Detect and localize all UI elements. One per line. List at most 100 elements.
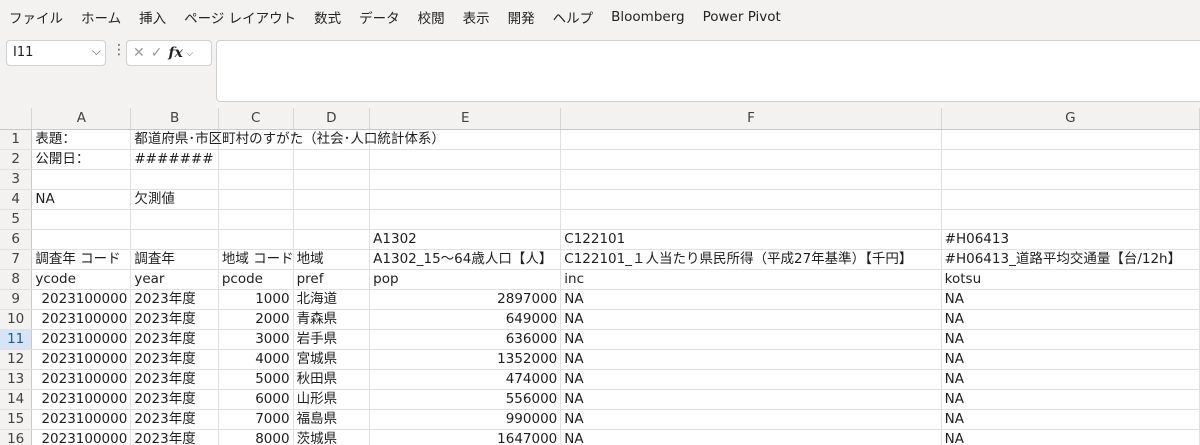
cell-d[interactable] [293, 229, 371, 250]
cell-d[interactable]: 茨城県 [293, 429, 371, 445]
cell-a[interactable]: 2023100000 [31, 309, 132, 330]
column-header[interactable]: C [218, 108, 294, 130]
cell-a[interactable]: 2023100000 [31, 389, 132, 410]
row-header[interactable]: 5 [0, 209, 33, 230]
cell-g[interactable]: NA [941, 289, 1200, 310]
insert-function-button[interactable]: fx [168, 45, 182, 61]
cell-b[interactable]: 2023年度 [130, 369, 219, 390]
cell-a[interactable] [31, 169, 132, 190]
tab-bloomberg[interactable]: Bloomberg [602, 9, 693, 25]
cell-e[interactable]: A1302 [369, 229, 562, 250]
cell-a[interactable]: 2023100000 [31, 369, 132, 390]
column-header[interactable]: G [941, 108, 1200, 130]
cell-f[interactable]: NA [560, 289, 942, 310]
cell-b[interactable] [130, 169, 219, 190]
cell-a[interactable] [31, 209, 132, 230]
cell-a[interactable]: 2023100000 [31, 409, 132, 430]
cell-f[interactable]: NA [560, 369, 942, 390]
cell-g[interactable] [941, 169, 1200, 190]
row-header[interactable]: 13 [0, 369, 33, 390]
cell-b[interactable]: 欠測値 [130, 189, 219, 210]
row-header[interactable]: 2 [0, 149, 33, 170]
cell-c[interactable]: 4000 [218, 349, 294, 370]
more-options-icon[interactable]: ⋮ [112, 42, 126, 58]
row-header[interactable]: 9 [0, 289, 33, 310]
cell-f[interactable]: C122101_１人当たり県民所得（平成27年基準）【千円】 [560, 249, 942, 270]
cell-e[interactable] [369, 129, 562, 150]
tab-power-pivot[interactable]: Power Pivot [694, 9, 790, 25]
row-header[interactable]: 11 [0, 329, 33, 350]
cell-c[interactable] [218, 129, 294, 150]
cell-d[interactable]: 山形県 [293, 389, 371, 410]
tab-file[interactable]: ファイル [0, 7, 72, 27]
formula-input[interactable] [216, 40, 1200, 102]
tab-home[interactable]: ホーム [72, 7, 130, 27]
cell-a[interactable]: NA [31, 189, 132, 210]
cell-g[interactable]: NA [941, 349, 1200, 370]
cell-d[interactable]: 福島県 [293, 409, 371, 430]
cell-a[interactable] [31, 229, 132, 250]
cell-g[interactable] [941, 149, 1200, 170]
cell-c[interactable] [218, 189, 294, 210]
cell-c[interactable] [218, 169, 294, 190]
cell-f[interactable] [560, 129, 942, 150]
cell-f[interactable]: NA [560, 429, 942, 445]
cell-b[interactable] [130, 209, 219, 230]
cell-b[interactable]: 2023年度 [130, 309, 219, 330]
cell-a[interactable]: 2023100000 [31, 429, 132, 445]
cell-g[interactable] [941, 129, 1200, 150]
cell-e[interactable]: 2897000 [369, 289, 562, 310]
cell-g[interactable]: NA [941, 389, 1200, 410]
row-header[interactable]: 16 [0, 429, 33, 445]
column-header[interactable]: F [560, 108, 942, 130]
cell-b[interactable]: 2023年度 [130, 409, 219, 430]
cell-c[interactable]: pcode [218, 269, 294, 290]
cell-b[interactable]: year [130, 269, 219, 290]
cell-d[interactable] [293, 209, 371, 230]
cell-b[interactable] [130, 229, 219, 250]
cell-g[interactable]: NA [941, 409, 1200, 430]
cell-g[interactable]: #H06413_道路平均交通量【台/12h】 [941, 249, 1200, 270]
cell-e[interactable]: 990000 [369, 409, 562, 430]
cell-d[interactable] [293, 149, 371, 170]
cell-f[interactable]: NA [560, 349, 942, 370]
tab-review[interactable]: 校閲 [409, 7, 454, 27]
cell-c[interactable]: 2000 [218, 309, 294, 330]
cell-e[interactable] [369, 169, 562, 190]
cell-g[interactable]: kotsu [941, 269, 1200, 290]
cell-f[interactable]: NA [560, 409, 942, 430]
cell-e[interactable] [369, 189, 562, 210]
cell-e[interactable]: 649000 [369, 309, 562, 330]
cell-c[interactable] [218, 149, 294, 170]
cell-g[interactable]: #H06413 [941, 229, 1200, 250]
cell-b[interactable]: 2023年度 [130, 289, 219, 310]
row-header[interactable]: 7 [0, 249, 33, 270]
cell-c[interactable]: 7000 [218, 409, 294, 430]
column-header[interactable]: D [293, 108, 371, 130]
column-header[interactable]: E [369, 108, 562, 130]
cell-f[interactable] [560, 209, 942, 230]
row-header[interactable]: 12 [0, 349, 33, 370]
row-header[interactable]: 1 [0, 129, 33, 150]
enter-icon[interactable]: ✓ [151, 45, 163, 61]
cell-g[interactable]: NA [941, 369, 1200, 390]
cell-c[interactable] [218, 229, 294, 250]
cell-f[interactable]: NA [560, 329, 942, 350]
chevron-down-icon[interactable]: ⌵ [186, 48, 194, 59]
tab-page-layout[interactable]: ページ レイアウト [175, 7, 305, 27]
tab-developer[interactable]: 開発 [499, 7, 544, 27]
cell-c[interactable]: 1000 [218, 289, 294, 310]
cell-c[interactable]: 6000 [218, 389, 294, 410]
cell-d[interactable]: pref [293, 269, 371, 290]
cell-e[interactable]: pop [369, 269, 562, 290]
tab-data[interactable]: データ [350, 7, 409, 27]
cell-f[interactable]: NA [560, 389, 942, 410]
cell-c[interactable]: 5000 [218, 369, 294, 390]
cell-d[interactable]: 岩手県 [293, 329, 371, 350]
cell-a[interactable]: 2023100000 [31, 289, 132, 310]
cell-d[interactable]: 秋田県 [293, 369, 371, 390]
cell-e[interactable]: 556000 [369, 389, 562, 410]
cell-d[interactable]: 宮城県 [293, 349, 371, 370]
cell-b[interactable]: 2023年度 [130, 349, 219, 370]
cell-b[interactable]: 都道府県･市区町村のすがた（社会･人口統計体系） [130, 129, 445, 150]
